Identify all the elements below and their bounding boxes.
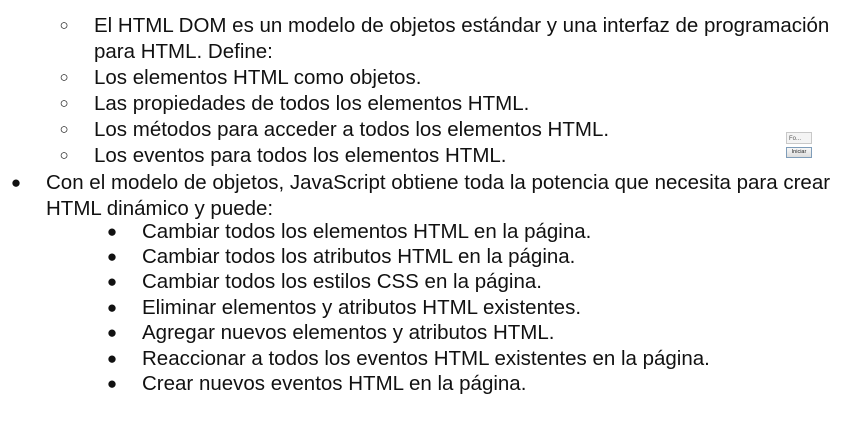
solid-bullet-icon: ● (106, 247, 118, 266)
solid-bullet-icon: ● (106, 222, 118, 241)
hollow-bullet-icon: ○ (59, 121, 69, 138)
solid-bullet-icon: ● (10, 173, 22, 192)
embedded-form-widget: Fo... Iniciar (786, 132, 812, 160)
solid-bullet-icon: ● (106, 323, 118, 342)
start-button[interactable]: Iniciar (786, 147, 812, 158)
mini-text-input[interactable]: Fo... (786, 132, 812, 144)
list-item-text: Los elementos HTML como objetos. (94, 66, 422, 89)
list-item-text: Agregar nuevos elementos y atributos HTM… (142, 321, 555, 344)
solid-bullet-icon: ● (106, 374, 118, 393)
list-item-text: Los eventos para todos los elementos HTM… (94, 144, 507, 167)
solid-bullet-icon: ● (106, 272, 118, 291)
hollow-bullet-icon: ○ (59, 147, 69, 164)
list-item-text: Las propiedades de todos los elementos H… (94, 92, 530, 115)
main-bullet-text: Con el modelo de objetos, JavaScript obt… (46, 171, 831, 194)
solid-bullet-icon: ● (106, 298, 118, 317)
solid-bullet-icon: ● (106, 349, 118, 368)
list-item-text: El HTML DOM es un modelo de objetos está… (94, 14, 830, 37)
hollow-bullet-icon: ○ (59, 95, 69, 112)
list-item-text: Eliminar elementos y atributos HTML exis… (142, 296, 582, 319)
list-item-text: Cambiar todos los estilos CSS en la pági… (142, 270, 542, 293)
list-item-text: Los métodos para acceder a todos los ele… (94, 118, 610, 141)
hollow-bullet-icon: ○ (59, 69, 69, 86)
hollow-bullet-icon: ○ (59, 17, 69, 34)
list-item-text: Cambiar todos los atributos HTML en la p… (142, 245, 576, 268)
list-item-text-continued: para HTML. Define: (94, 40, 273, 63)
list-item-text: Crear nuevos eventos HTML en la página. (142, 372, 527, 395)
list-item-text: Cambiar todos los elementos HTML en la p… (142, 220, 592, 243)
list-item-text: Reaccionar a todos los eventos HTML exis… (142, 347, 710, 370)
